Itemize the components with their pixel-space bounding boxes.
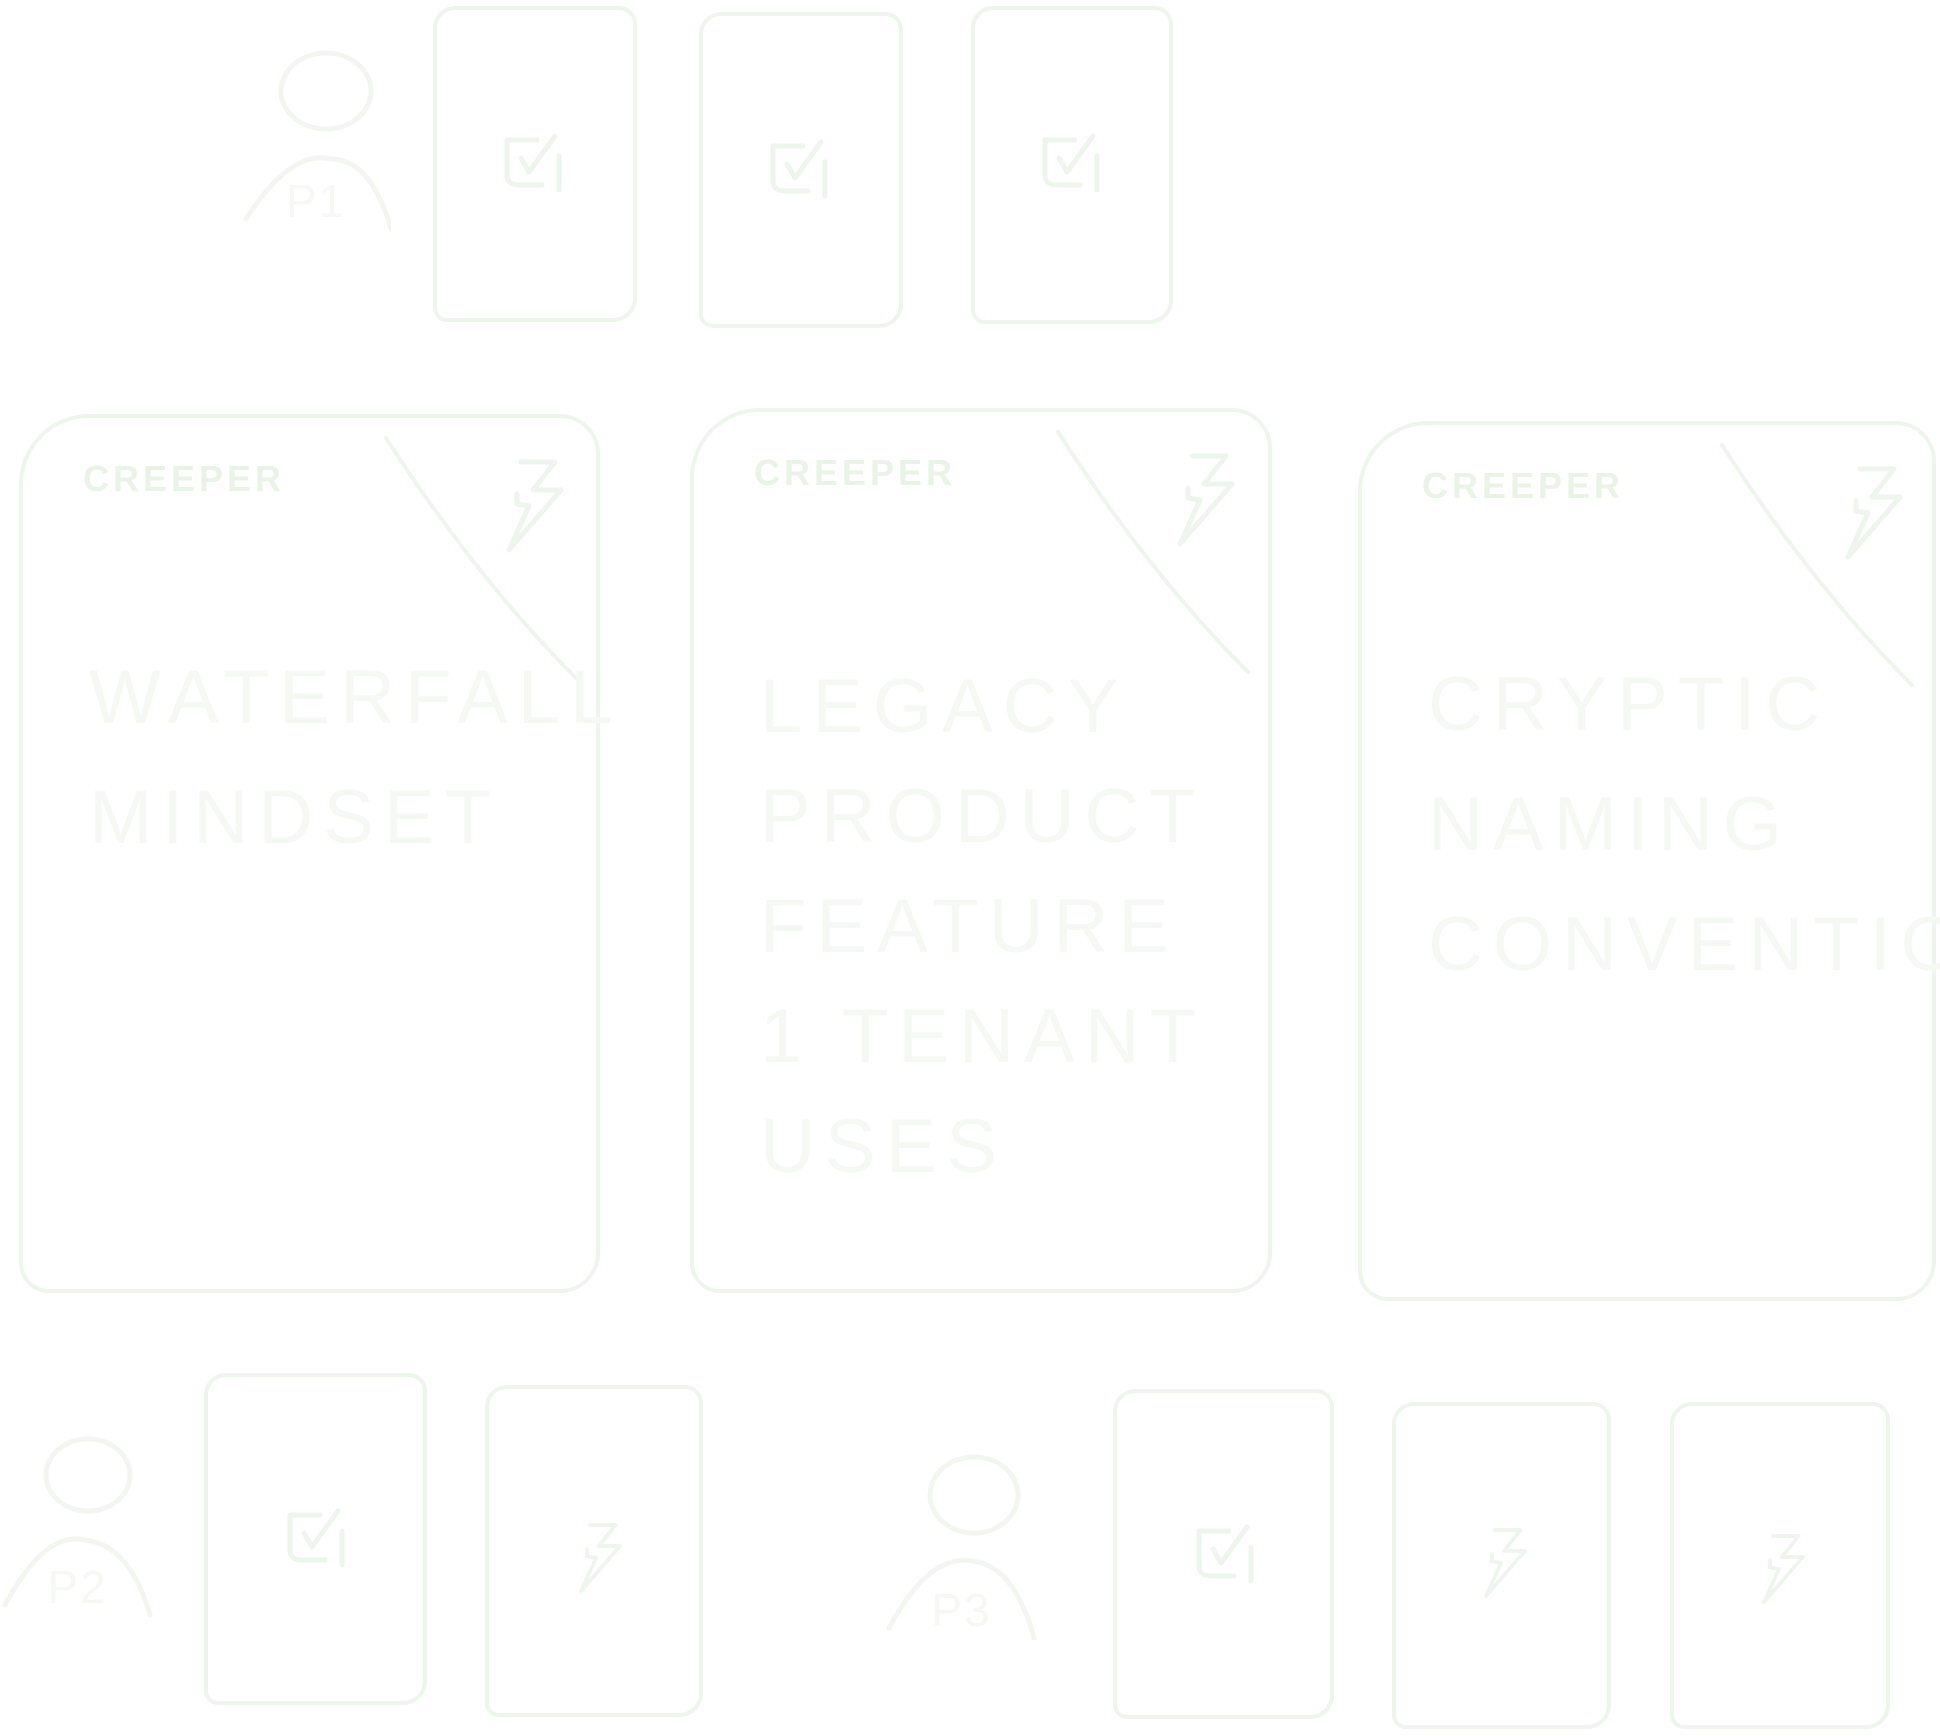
card-kind-label: CREEPER	[754, 452, 957, 493]
small-card[interactable]	[1670, 1402, 1890, 1729]
card-text: Waterfall mindset	[89, 655, 620, 860]
checkbox-check-icon	[763, 136, 843, 216]
checkbox-check-icon	[1189, 1521, 1269, 1601]
small-card[interactable]	[433, 6, 637, 322]
creeper-card[interactable]: CREEPER Waterfall mindset	[19, 414, 620, 1293]
lightning-icon	[493, 454, 573, 574]
small-card[interactable]	[971, 6, 1173, 324]
checkbox-check-icon	[497, 130, 577, 210]
card-text: Legacy product feature 1 tenant uses	[760, 664, 1205, 1189]
persona-label: P3	[931, 1584, 992, 1636]
small-card[interactable]	[699, 12, 903, 328]
checkbox-check-icon	[1035, 130, 1115, 210]
lightning-icon	[569, 1519, 629, 1609]
small-card[interactable]	[485, 1385, 703, 1717]
card-kind-label: CREEPER	[83, 458, 286, 499]
creeper-card[interactable]: CREEPER Legacy product feature 1 tenant …	[690, 408, 1272, 1293]
lightning-icon	[1474, 1524, 1534, 1614]
card-kind-label: CREEPER	[1422, 465, 1625, 506]
persona-p1: P1	[241, 49, 394, 249]
persona-label: P2	[47, 1561, 108, 1613]
small-card[interactable]	[204, 1373, 427, 1705]
persona-label: P1	[285, 175, 347, 227]
creeper-card[interactable]: CREEPER Cryptic naming convention	[1358, 421, 1940, 1301]
persona-p2: P2	[0, 1435, 155, 1635]
lightning-icon	[1164, 448, 1244, 568]
checkbox-check-icon	[280, 1505, 360, 1585]
persona-p3: P3	[884, 1453, 1039, 1658]
small-card[interactable]	[1113, 1389, 1334, 1719]
lightning-icon	[1752, 1530, 1812, 1620]
card-text: Cryptic naming convention	[1428, 662, 1940, 987]
lightning-icon	[1832, 461, 1912, 581]
small-card[interactable]	[1392, 1402, 1611, 1729]
